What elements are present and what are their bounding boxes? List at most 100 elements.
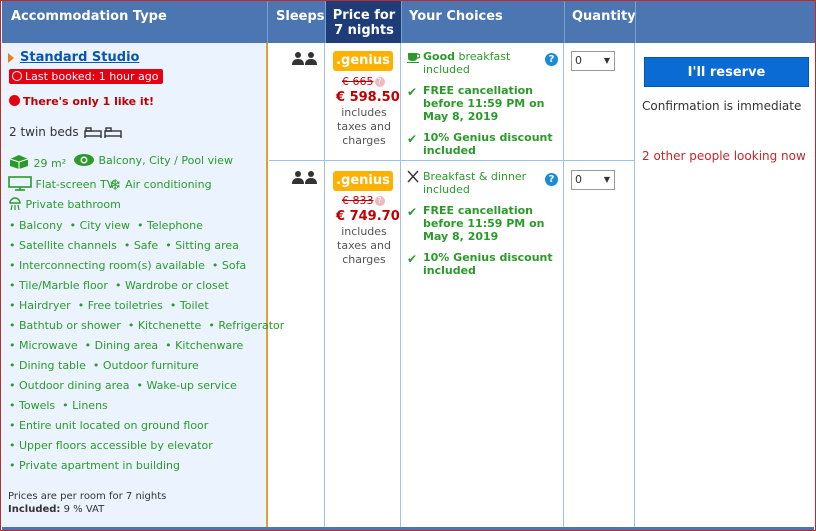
- facility-row: • Private apartment in building: [9, 459, 267, 479]
- bullet-icon: •: [9, 299, 19, 312]
- facility-row: • Satellite channels • Safe • Sitting ar…: [9, 239, 267, 259]
- facility-label: Outdoor furniture: [102, 359, 199, 372]
- expand-arrow-icon[interactable]: [8, 53, 14, 63]
- only-left-notice: There's only 1 like it!: [9, 95, 154, 108]
- included-label: Included:: [8, 504, 61, 515]
- meal-included-text: included: [423, 63, 470, 76]
- tv-icon: [8, 176, 32, 194]
- prices-per-room-text: Prices are per room for 7 nights: [8, 491, 167, 502]
- room-view: Balcony, City / Pool view: [73, 153, 233, 170]
- facility-label: Sofa: [221, 259, 247, 272]
- genius-discount: 10% Genius discount included: [423, 131, 553, 157]
- dropdown-arrow-icon: ▼: [603, 56, 610, 65]
- facility-gap: [130, 219, 137, 232]
- facility-row: • Hairdryer • Free toiletries • Toilet: [9, 299, 267, 319]
- two-guests-icon: [292, 170, 318, 187]
- discount-line: included: [423, 144, 476, 157]
- room-view-text: Balcony, City / Pool view: [98, 154, 233, 167]
- quantity-select[interactable]: 0 ▼: [571, 51, 615, 71]
- discounted-price: € 749.70: [336, 209, 400, 224]
- bullet-icon: •: [165, 339, 176, 352]
- bullet-icon: •: [9, 319, 19, 332]
- tax-note-line: taxes and: [337, 239, 391, 252]
- bullet-icon: •: [136, 379, 147, 392]
- header-your-choices-label: Your Choices: [409, 9, 503, 24]
- facility-row: • Towels • Linens: [9, 399, 267, 419]
- bullet-icon: •: [169, 299, 180, 312]
- included-vat: Included: 9 % VAT: [8, 503, 166, 516]
- booking-table: Accommodation Type Sleeps Price for 7 ni…: [0, 0, 816, 531]
- header-sleeps: Sleeps: [268, 1, 326, 43]
- coffee-cup-icon: [407, 49, 421, 66]
- facility-row: • Entire unit located on ground floor: [9, 419, 267, 439]
- cancellation-line: FREE cancellation: [423, 84, 533, 97]
- cancellation-line: before 11:59 PM on: [423, 217, 545, 230]
- facility-gap: [208, 419, 215, 432]
- bullet-icon: •: [9, 259, 19, 272]
- facility-label: Toilet: [179, 299, 209, 312]
- header-price-line1: Price for: [332, 8, 396, 23]
- bullet-icon: •: [123, 239, 134, 252]
- facility-gap: [246, 259, 253, 272]
- facility-gap: [229, 279, 236, 292]
- bullet-icon: •: [92, 359, 103, 372]
- twin-bed-icon: [84, 126, 124, 141]
- facility-row: • Bathtub or shower • Kitchenette • Refr…: [9, 319, 284, 339]
- facility-label: Kitchenette: [137, 319, 202, 332]
- cancellation-line: before 11:59 PM on: [423, 97, 545, 110]
- confirmation-text: Confirmation is immediate: [642, 99, 802, 113]
- help-icon[interactable]: ?: [545, 53, 558, 66]
- tax-note-line: charges: [342, 134, 386, 147]
- facility-label: Private apartment in building: [19, 459, 180, 472]
- help-icon[interactable]: ?: [545, 173, 558, 186]
- facility-label: City view: [79, 219, 130, 232]
- quantity-column: [565, 43, 635, 528]
- alarm-clock-icon: [12, 71, 22, 81]
- ac-amenity: ❄ Air conditioning: [109, 176, 212, 194]
- bullet-icon: •: [9, 379, 19, 392]
- header-reserve: [636, 1, 815, 43]
- cancellation-policy: FREE cancellation before 11:59 PM on May…: [423, 204, 544, 243]
- facility-label: Hairdryer: [19, 299, 71, 312]
- room-name-link[interactable]: Standard Studio: [20, 50, 139, 65]
- facility-label: Outdoor dining area: [19, 379, 130, 392]
- facility-label: Tile/Marble floor: [19, 279, 108, 292]
- info-icon[interactable]: ?: [374, 196, 385, 206]
- facility-gap: [71, 299, 78, 312]
- genius-badge: .genius: [333, 51, 393, 71]
- checkmark-icon: ✔: [407, 205, 418, 219]
- two-guests-icon: [292, 51, 318, 68]
- header-quantity-label: Quantity: [572, 9, 636, 24]
- facility-gap: [203, 219, 210, 232]
- facility-label: Wardrobe or closet: [124, 279, 229, 292]
- bullet-icon: •: [127, 319, 138, 332]
- bullet-icon: •: [137, 219, 147, 232]
- bullet-icon: •: [9, 279, 19, 292]
- cancellation-line: May 8, 2019: [423, 110, 499, 123]
- facility-gap: [63, 219, 70, 232]
- quantity-select[interactable]: 0 ▼: [571, 170, 615, 190]
- reserve-button[interactable]: I'll reserve: [644, 57, 809, 87]
- header-quantity: Quantity: [565, 1, 636, 43]
- facility-gap: [78, 339, 85, 352]
- header-sleeps-label: Sleeps: [276, 9, 325, 24]
- snowflake-icon: ❄: [109, 176, 122, 194]
- facility-gap: [121, 319, 128, 332]
- old-price-text: € 833: [342, 194, 374, 207]
- facility-gap: [209, 299, 216, 312]
- discount-line: 10% Genius discount: [423, 131, 553, 144]
- ac-text: Air conditioning: [125, 178, 212, 191]
- cancellation-line: FREE cancellation: [423, 204, 533, 217]
- facility-gap: [163, 299, 170, 312]
- old-price: € 833?: [342, 194, 385, 207]
- facility-label: Sitting area: [175, 239, 239, 252]
- last-booked-badge: Last booked: 1 hour ago: [9, 69, 164, 84]
- facility-label: Bathtub or shower: [19, 319, 121, 332]
- tax-note: includes taxes and charges: [334, 106, 394, 148]
- bullet-icon: •: [9, 459, 19, 472]
- genius-discount: 10% Genius discount included: [423, 251, 553, 277]
- facility-gap: [213, 439, 220, 452]
- facility-gap: [205, 259, 212, 272]
- info-icon[interactable]: ?: [374, 77, 385, 87]
- tax-note-line: includes: [341, 106, 387, 119]
